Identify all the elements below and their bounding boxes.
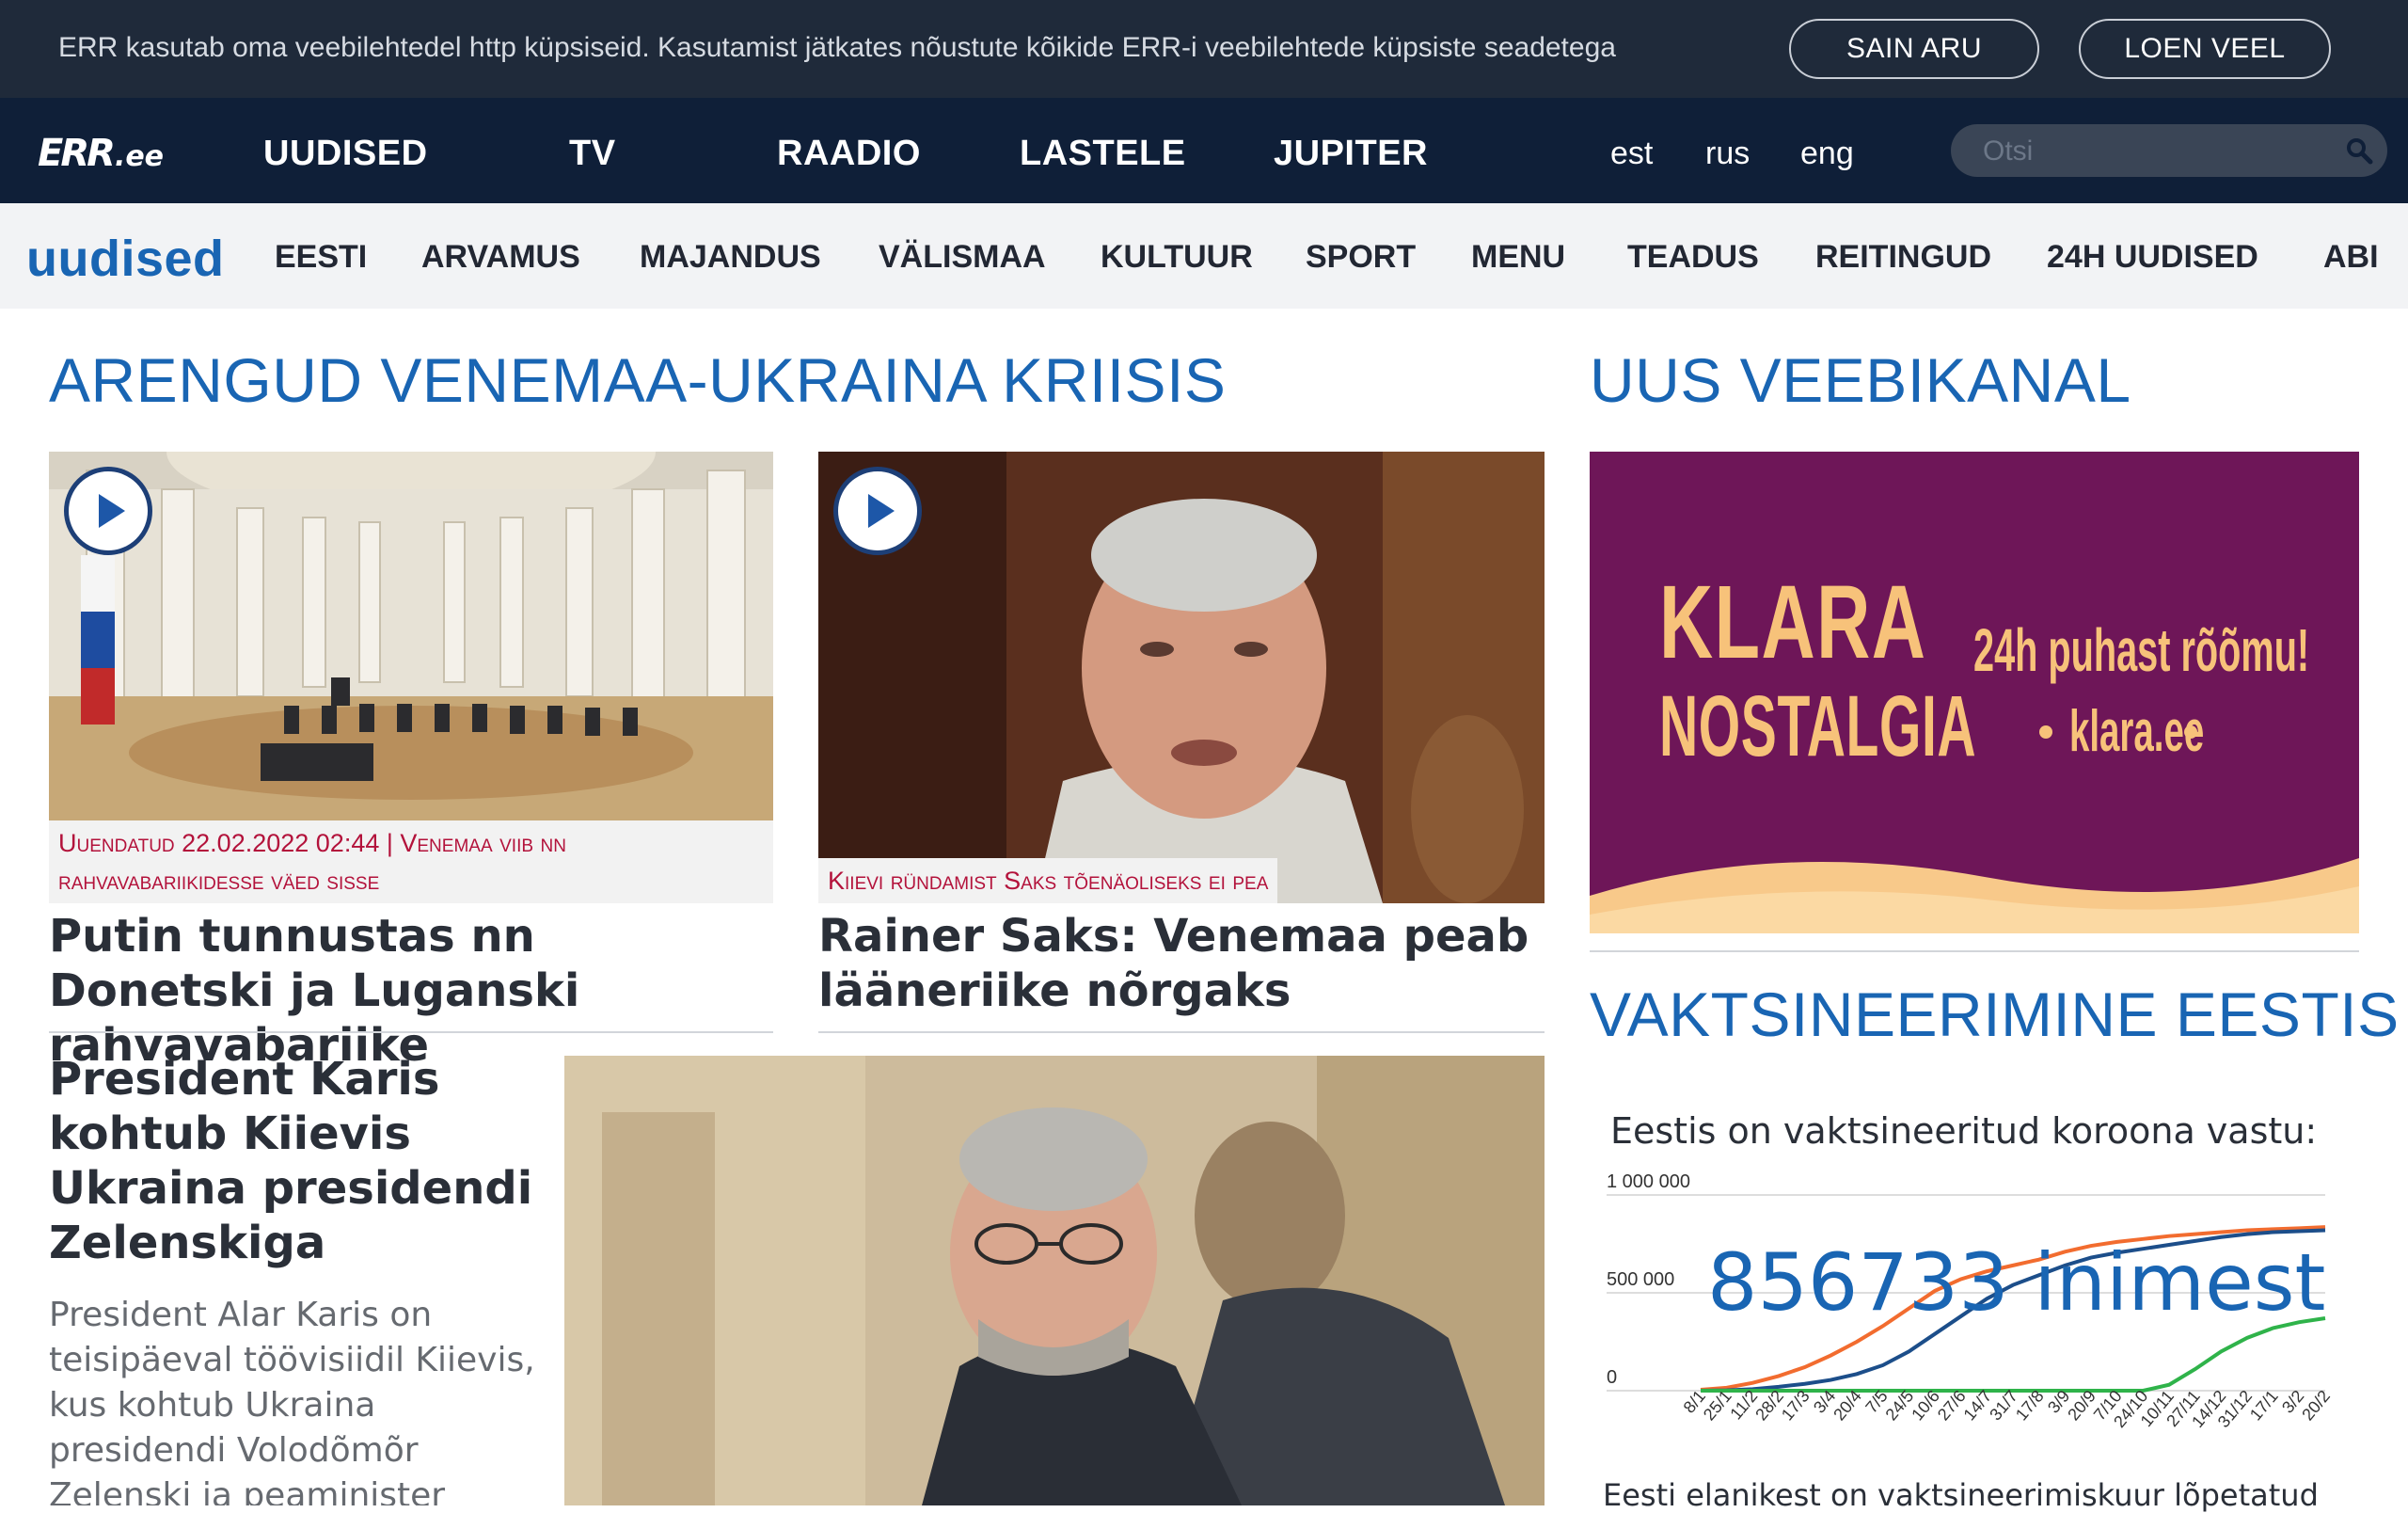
logo-suffix: .ee bbox=[114, 140, 165, 173]
card-tag[interactable]: Uuendatud 22.02.2022 02:44 | Venemaa vii… bbox=[49, 820, 773, 903]
top-navigation: ERR .ee UUDISED TV RAADIO LASTELE JUPITE… bbox=[0, 98, 2408, 203]
topnav-item-uudised[interactable]: UUDISED bbox=[263, 134, 428, 174]
card-image-rainer-saks[interactable] bbox=[818, 452, 1545, 903]
logo-main: ERR bbox=[38, 132, 116, 175]
klara-wave bbox=[1590, 858, 2359, 933]
section-brand[interactable]: uudised bbox=[26, 230, 225, 288]
secnav-item-menu[interactable]: MENU bbox=[1471, 239, 1565, 276]
klara-url: klara.ee bbox=[2069, 699, 2205, 764]
secnav-item-arvamus[interactable]: ARVAMUS bbox=[421, 239, 580, 276]
secnav-item-abi[interactable]: ABI bbox=[2323, 239, 2379, 276]
vax-caption: Eestis on vaktsineeritud koroona vastu: bbox=[1610, 1110, 2318, 1152]
rainer-saks-photo bbox=[818, 452, 1545, 903]
divider bbox=[818, 1031, 1545, 1033]
karis-photo bbox=[564, 1056, 1545, 1505]
topnav-item-jupiter[interactable]: JUPITER bbox=[1274, 134, 1428, 174]
secnav-item-valismaa[interactable]: VÄLISMAA bbox=[879, 239, 1046, 276]
x-tick-label: 17/1 bbox=[2246, 1387, 2282, 1425]
klara-line1: KLARA bbox=[1659, 565, 1927, 680]
klara-line2: NOSTALGIA bbox=[1659, 678, 1977, 774]
secnav-item-24h-uudised[interactable]: 24H UUDISED bbox=[2047, 239, 2258, 276]
vax-bottom-text: Eesti elanikest on vaktsineerimiskuur lõ… bbox=[1603, 1477, 2319, 1513]
y-tick-label: 0 bbox=[1607, 1367, 1617, 1388]
secnav-item-reitingud[interactable]: REITINGUD bbox=[1815, 239, 1991, 276]
card-image-kremlin-hall[interactable] bbox=[49, 452, 773, 820]
y-tick-label: 500 000 bbox=[1607, 1269, 1674, 1290]
lang-eng[interactable]: eng bbox=[1800, 135, 1854, 172]
topnav-item-tv[interactable]: TV bbox=[569, 134, 616, 174]
klara-slogan: 24h puhast rõõmu! bbox=[1973, 616, 2310, 684]
vax-title[interactable]: VAKTSINEERIMINE EESTIS bbox=[1590, 979, 2400, 1050]
kremlin-hall-photo bbox=[49, 452, 773, 820]
topnav-item-lastele[interactable]: LASTELE bbox=[1020, 134, 1186, 174]
card-headline[interactable]: Putin tunnustas nn Donetski ja Luganski … bbox=[49, 909, 773, 1073]
lang-est[interactable]: est bbox=[1610, 135, 1653, 172]
y-tick-label: 1 000 000 bbox=[1607, 1171, 1690, 1192]
cookie-text: ERR kasutab oma veebilehtedel http küpsi… bbox=[58, 32, 1616, 63]
channel-title[interactable]: UUS VEEBIKANAL bbox=[1590, 344, 2131, 416]
klara-nostalgia-banner[interactable]: KLARA NOSTALGIA 24h puhast rõõmu! klara.… bbox=[1590, 452, 2359, 933]
cookie-more-button[interactable]: LOEN VEEL bbox=[2079, 19, 2331, 79]
err-logo[interactable]: ERR .ee bbox=[38, 132, 164, 175]
cookie-accept-button[interactable]: SAIN ARU bbox=[1789, 19, 2039, 79]
divider bbox=[1590, 950, 2359, 952]
series-line-green bbox=[1701, 1316, 2326, 1393]
secnav-item-eesti[interactable]: EESTI bbox=[275, 239, 367, 276]
play-icon[interactable] bbox=[64, 467, 152, 555]
card-tag[interactable]: Kiievi ründamist Saks tõenäoliseks ei pe… bbox=[818, 858, 1278, 903]
feature-image-karis[interactable] bbox=[564, 1056, 1545, 1505]
search-input[interactable]: Otsi bbox=[1951, 124, 2387, 177]
topnav-item-raadio[interactable]: RAADIO bbox=[777, 134, 921, 174]
play-icon[interactable] bbox=[833, 467, 922, 555]
x-tick-label: 20/2 bbox=[2298, 1387, 2334, 1425]
section-title[interactable]: ARENGUD VENEMAA-UKRAINA KRIISIS bbox=[49, 344, 1226, 416]
cookie-banner: ERR kasutab oma veebilehtedel http küpsi… bbox=[0, 0, 2408, 98]
feature-headline[interactable]: President Karis kohtub Kiievis Ukraina p… bbox=[49, 1052, 538, 1270]
klara-url-row: klara.ee bbox=[2039, 698, 2205, 765]
vax-count: 856733 inimest bbox=[1707, 1236, 2325, 1329]
secnav-item-majandus[interactable]: MAJANDUS bbox=[640, 239, 821, 276]
lang-rus[interactable]: rus bbox=[1705, 135, 1750, 172]
dot-icon bbox=[2039, 725, 2052, 739]
secnav-item-sport[interactable]: SPORT bbox=[1306, 239, 1416, 276]
feature-lead[interactable]: President Alar Karis on teisipäeval tööv… bbox=[49, 1293, 538, 1505]
search-placeholder: Otsi bbox=[1983, 135, 2034, 167]
divider bbox=[49, 1031, 773, 1033]
section-navigation: uudised EESTI ARVAMUS MAJANDUS VÄLISMAA … bbox=[0, 203, 2408, 309]
vaccination-chart: 1 000 000500 0000 8/125/111/228/217/33/4… bbox=[1607, 1171, 2334, 1431]
search-icon[interactable] bbox=[2344, 135, 2374, 166]
card-headline[interactable]: Rainer Saks: Venemaa peab lääneriike nõr… bbox=[818, 909, 1545, 1018]
secnav-item-teadus[interactable]: TEADUS bbox=[1627, 239, 1759, 276]
secnav-item-kultuur[interactable]: KULTUUR bbox=[1101, 239, 1253, 276]
